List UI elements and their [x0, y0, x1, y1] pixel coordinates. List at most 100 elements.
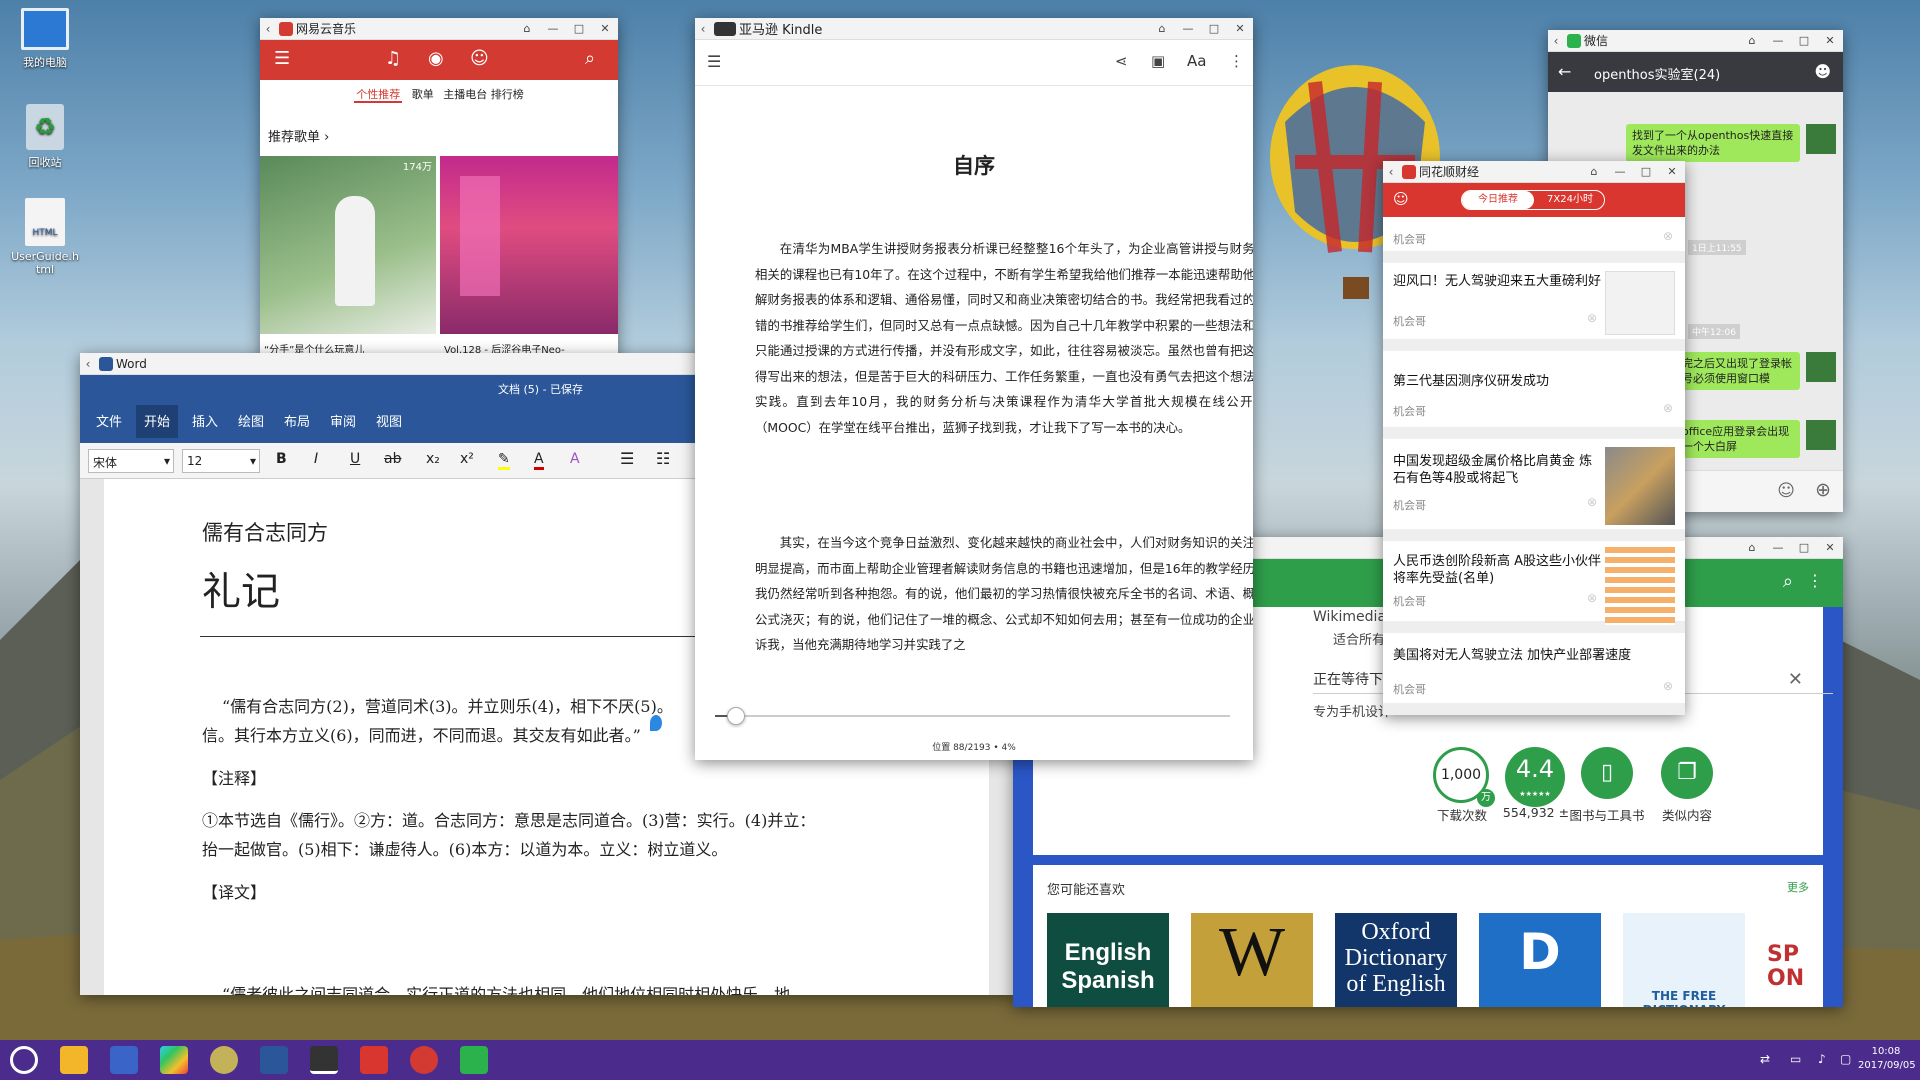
news-item[interactable]: 中国发现超级金属价格比肩黄金 炼石有色等4股或将起飞 机会哥 ⊗	[1383, 439, 1685, 535]
font-color-icon[interactable]: A	[534, 451, 544, 470]
superscript-icon[interactable]: x²	[460, 451, 474, 467]
app-merriam-webster[interactable]: W	[1191, 913, 1313, 1007]
file-manager-icon[interactable]	[60, 1046, 88, 1074]
close-icon[interactable]: ✕	[1227, 22, 1253, 35]
dismiss-icon[interactable]: ⊗	[1587, 591, 1597, 605]
pin-icon[interactable]: ⌂	[1739, 34, 1765, 47]
tab-review[interactable]: 审阅	[330, 411, 356, 430]
news-item[interactable]: 机会哥 ⊗	[1383, 217, 1685, 257]
back-icon[interactable]: ‹	[80, 357, 96, 371]
dismiss-icon[interactable]: ⊗	[1663, 401, 1673, 415]
clear-format-icon[interactable]: A	[570, 451, 580, 467]
add-icon[interactable]: ⊕	[1815, 479, 1831, 501]
search-icon[interactable]: ⌕	[1783, 571, 1793, 592]
maximize-icon[interactable]: □	[566, 22, 592, 35]
app-spanish-other[interactable]: SP ON	[1767, 913, 1811, 1007]
tab-view[interactable]: 视图	[376, 411, 402, 430]
wechat-icon[interactable]	[460, 1046, 488, 1074]
maximize-icon[interactable]: □	[1201, 22, 1227, 35]
minimize-icon[interactable]: —	[1765, 541, 1791, 554]
desktop-icon-userguide[interactable]: HTML UserGuide.h tml	[5, 198, 85, 276]
close-icon[interactable]: ✕	[1817, 34, 1843, 47]
user-icon[interactable]: ☺	[1393, 190, 1409, 208]
news-item[interactable]: 迎风口！无人驾驶迎来五大重磅利好 机会哥 ⊗	[1383, 263, 1685, 345]
message-bubble[interactable]: 完之后又出现了登录帐号必须使用窗口模	[1676, 352, 1800, 390]
desktop-icon-computer[interactable]: 我的电脑	[5, 8, 85, 70]
subscript-icon[interactable]: x₂	[426, 451, 440, 467]
volume-icon[interactable]: ♪	[1818, 1052, 1826, 1066]
dismiss-icon[interactable]: ⊗	[1663, 229, 1673, 243]
start-menu-icon[interactable]	[10, 1046, 38, 1074]
emoji-icon[interactable]: ☺	[1777, 481, 1795, 501]
news-item[interactable]: 第三代基因测序仪研发成功 机会哥 ⊗	[1383, 351, 1685, 433]
tab-radio[interactable]: 主播电台	[443, 88, 487, 101]
more-link[interactable]: 更多	[1787, 879, 1809, 895]
close-icon[interactable]: ✕	[1817, 541, 1843, 554]
maximize-icon[interactable]: □	[1633, 165, 1659, 178]
kindle-icon[interactable]	[310, 1046, 338, 1074]
pin-icon[interactable]: ⌂	[514, 22, 540, 35]
dismiss-icon[interactable]: ⊗	[1587, 495, 1597, 509]
playlist-card[interactable]	[440, 156, 618, 334]
app-oxford-dictionary[interactable]: Oxford Dictionary of English	[1335, 913, 1457, 1007]
news-item[interactable]: 美国将对无人驾驶立法 加快产业部署速度 机会哥 ⊗	[1383, 633, 1685, 709]
app-dictionary-com[interactable]: D	[1479, 913, 1601, 1007]
share-icon[interactable]: ⋖	[1115, 52, 1128, 70]
tab-recommend[interactable]: 个性推荐	[354, 88, 403, 103]
dismiss-icon[interactable]: ⊗	[1587, 311, 1597, 325]
strikethrough-icon[interactable]: ab	[384, 451, 401, 467]
back-icon[interactable]: ‹	[1548, 34, 1564, 48]
underline-icon[interactable]: U	[350, 451, 360, 467]
play-store-icon[interactable]	[160, 1046, 188, 1074]
clock[interactable]: 10:08 2017/09/05	[1858, 1045, 1916, 1073]
tab-ranking[interactable]: 排行榜	[491, 88, 524, 101]
size-select[interactable]: 12 ▾	[182, 449, 260, 473]
tab-playlist[interactable]: 歌单	[412, 88, 434, 101]
network-icon[interactable]: ⇄	[1760, 1052, 1770, 1066]
game-icon[interactable]	[210, 1046, 238, 1074]
back-arrow-icon[interactable]: ←	[1558, 62, 1571, 81]
word-icon[interactable]	[260, 1046, 288, 1074]
menu-icon[interactable]: ☰	[707, 52, 721, 71]
bullet-list-icon[interactable]: ☰	[620, 449, 634, 468]
category-icon[interactable]: ▯	[1581, 747, 1633, 799]
pin-icon[interactable]: ⌂	[1739, 541, 1765, 554]
close-icon[interactable]: ✕	[1659, 165, 1685, 178]
maximize-icon[interactable]: □	[1791, 34, 1817, 47]
app-english-spanish[interactable]: English Spanish	[1047, 913, 1169, 1007]
back-icon[interactable]: ‹	[695, 22, 711, 36]
desktop-icon-recycle-bin[interactable]: ♻ 回收站	[5, 104, 85, 170]
netease-music-icon[interactable]	[410, 1046, 438, 1074]
numbered-list-icon[interactable]: ☷	[656, 449, 670, 468]
close-icon[interactable]: ✕	[592, 22, 618, 35]
more-options-icon[interactable]: ⋮	[1807, 571, 1823, 590]
back-icon[interactable]: ‹	[260, 22, 276, 36]
cursor-handle-icon[interactable]	[650, 715, 662, 731]
dismiss-icon[interactable]: ⊗	[1663, 679, 1673, 693]
progress-knob[interactable]	[726, 707, 745, 725]
italic-icon[interactable]: I	[314, 451, 318, 467]
minimize-icon[interactable]: —	[1607, 165, 1633, 178]
section-header[interactable]: 推荐歌单 ›	[268, 126, 329, 145]
message-bubble[interactable]: 找到了一个从openthos快速直接发文件出来的办法	[1626, 124, 1800, 162]
highlight-icon[interactable]: ✎	[498, 451, 510, 470]
font-select[interactable]: 宋体 ▾	[88, 449, 174, 473]
browser-icon[interactable]	[110, 1046, 138, 1074]
tab-insert[interactable]: 插入	[192, 411, 218, 430]
close-icon[interactable]: ✕	[1788, 669, 1803, 690]
font-settings-button[interactable]: Aa	[1187, 52, 1206, 70]
tab-24h[interactable]: 7X24小时	[1534, 191, 1606, 209]
message-bubble[interactable]: office应用登录会出现一个大白屏	[1676, 420, 1800, 458]
minimize-icon[interactable]: —	[1765, 34, 1791, 47]
search-icon[interactable]: ⌕	[585, 48, 595, 69]
minimize-icon[interactable]: —	[1175, 22, 1201, 35]
tab-file[interactable]: 文件	[96, 411, 122, 430]
display-icon[interactable]: ▭	[1790, 1052, 1801, 1066]
bold-icon[interactable]: B	[276, 451, 287, 467]
maximize-icon[interactable]: □	[1791, 541, 1817, 554]
news-item[interactable]: 人民币迭创阶段新高 A股这些小伙伴将率先受益(名单) 机会哥 ⊗	[1383, 541, 1685, 627]
bookmark-icon[interactable]: ▣	[1151, 52, 1165, 70]
tonghuashun-icon[interactable]	[360, 1046, 388, 1074]
similar-content-icon[interactable]: ❐	[1661, 747, 1713, 799]
tab-layout[interactable]: 布局	[284, 411, 310, 430]
